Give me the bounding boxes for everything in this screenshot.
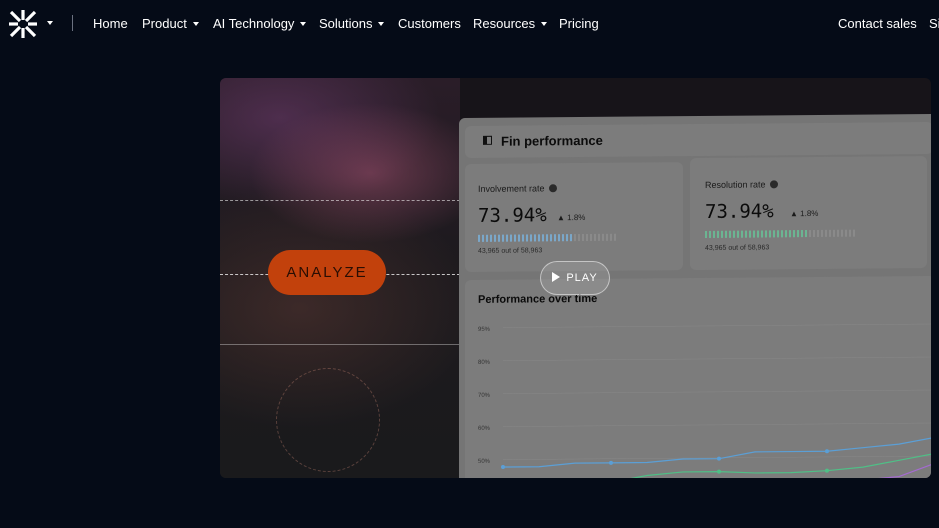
nav-item-label: Pricing bbox=[559, 16, 599, 31]
metric-subtext: 43,965 out of 58,963 bbox=[478, 247, 543, 255]
chevron-down-icon bbox=[192, 22, 199, 26]
metric-delta: ▲ 1.8% bbox=[557, 212, 586, 223]
metric-label: Involvement rate bbox=[478, 183, 557, 194]
progress-bar-fill bbox=[705, 230, 807, 238]
nav-item-home[interactable]: Home bbox=[93, 16, 128, 32]
resolution-card: Resolution rate 73.94% ▲ 1.8% 43,965 out… bbox=[690, 156, 927, 271]
nav-item-customers[interactable]: Customers bbox=[398, 16, 461, 32]
nav-item-ai-technology[interactable]: AI Technology bbox=[213, 16, 307, 32]
sign-in-link[interactable]: Si bbox=[929, 16, 939, 32]
metric-delta: ▲ 1.8% bbox=[790, 208, 819, 219]
sidebar-toggle-icon bbox=[483, 135, 492, 145]
progress-bar-track bbox=[478, 233, 618, 242]
play-label: PLAY bbox=[566, 272, 598, 284]
chevron-down-icon bbox=[378, 22, 385, 26]
nav-divider bbox=[72, 15, 73, 31]
series-point bbox=[717, 456, 721, 461]
logo-chevron-down-icon[interactable] bbox=[47, 21, 53, 25]
involvement-card: Involvement rate 73.94% ▲ 1.8% 43,965 ou… bbox=[465, 162, 683, 273]
metric-value: 73.94% bbox=[478, 204, 547, 227]
series-point bbox=[717, 469, 721, 474]
nav-item-label: Customers bbox=[398, 16, 461, 31]
divider-line bbox=[220, 344, 460, 345]
series-point bbox=[825, 449, 829, 454]
performance-line-chart: 95% 80% 70% 60% 50% bbox=[478, 323, 931, 478]
dashboard-title: Fin performance bbox=[501, 132, 603, 149]
nav-item-label: Product bbox=[142, 16, 187, 31]
dashboard-header: Fin performance bbox=[465, 121, 931, 159]
series-line-0 bbox=[503, 436, 931, 468]
gridline bbox=[503, 356, 931, 361]
video-player[interactable]: ANALYZE Fin performance Involvement rate… bbox=[220, 78, 931, 478]
dashboard-panel: Fin performance Involvement rate 73.94% … bbox=[459, 113, 931, 478]
metric-label: Resolution rate bbox=[705, 179, 778, 190]
play-button[interactable]: PLAY bbox=[540, 261, 610, 295]
metric-value: 73.94% bbox=[705, 200, 774, 223]
gridline bbox=[503, 389, 931, 394]
y-tick-label: 60% bbox=[478, 426, 491, 432]
performance-chart-card: Performance over time 95% 80% 70% 60% 50% bbox=[465, 275, 931, 478]
y-tick-label: 50% bbox=[478, 459, 491, 465]
progress-bar-fill bbox=[478, 234, 574, 242]
contact-sales-link[interactable]: Contact sales bbox=[838, 16, 917, 32]
nav-item-label: AI Technology bbox=[213, 16, 295, 31]
series-point bbox=[501, 465, 505, 470]
series-line-2 bbox=[502, 462, 931, 478]
nav-item-resources[interactable]: Resources bbox=[473, 16, 548, 32]
logo-icon[interactable] bbox=[9, 10, 37, 38]
series-point bbox=[609, 460, 613, 465]
y-tick-label: 70% bbox=[478, 393, 491, 399]
chevron-down-icon bbox=[300, 22, 307, 26]
analyze-pill: ANALYZE bbox=[268, 250, 386, 295]
nav-item-label: Solutions bbox=[319, 16, 373, 31]
series-point bbox=[825, 468, 829, 473]
play-icon bbox=[552, 272, 561, 282]
chevron-down-icon bbox=[541, 22, 548, 26]
info-icon bbox=[769, 180, 778, 189]
nav-item-product[interactable]: Product bbox=[142, 16, 199, 32]
top-nav: Home Product AI Technology Solutions Cus… bbox=[0, 0, 939, 48]
nav-item-label: Resources bbox=[473, 16, 536, 31]
y-tick-label: 95% bbox=[478, 327, 491, 333]
nav-item-pricing[interactable]: Pricing bbox=[559, 16, 599, 32]
progress-bar-track bbox=[705, 229, 855, 238]
nav-item-label: Home bbox=[93, 16, 128, 31]
metric-subtext: 43,965 out of 58,963 bbox=[705, 244, 770, 252]
dashed-divider bbox=[220, 200, 460, 201]
y-tick-label: 80% bbox=[478, 360, 491, 366]
nav-item-solutions[interactable]: Solutions bbox=[319, 16, 385, 32]
gridline bbox=[503, 323, 931, 328]
dashed-circle bbox=[276, 368, 380, 472]
info-icon bbox=[548, 184, 557, 193]
series-line-1 bbox=[502, 452, 931, 478]
gridline bbox=[503, 422, 931, 427]
